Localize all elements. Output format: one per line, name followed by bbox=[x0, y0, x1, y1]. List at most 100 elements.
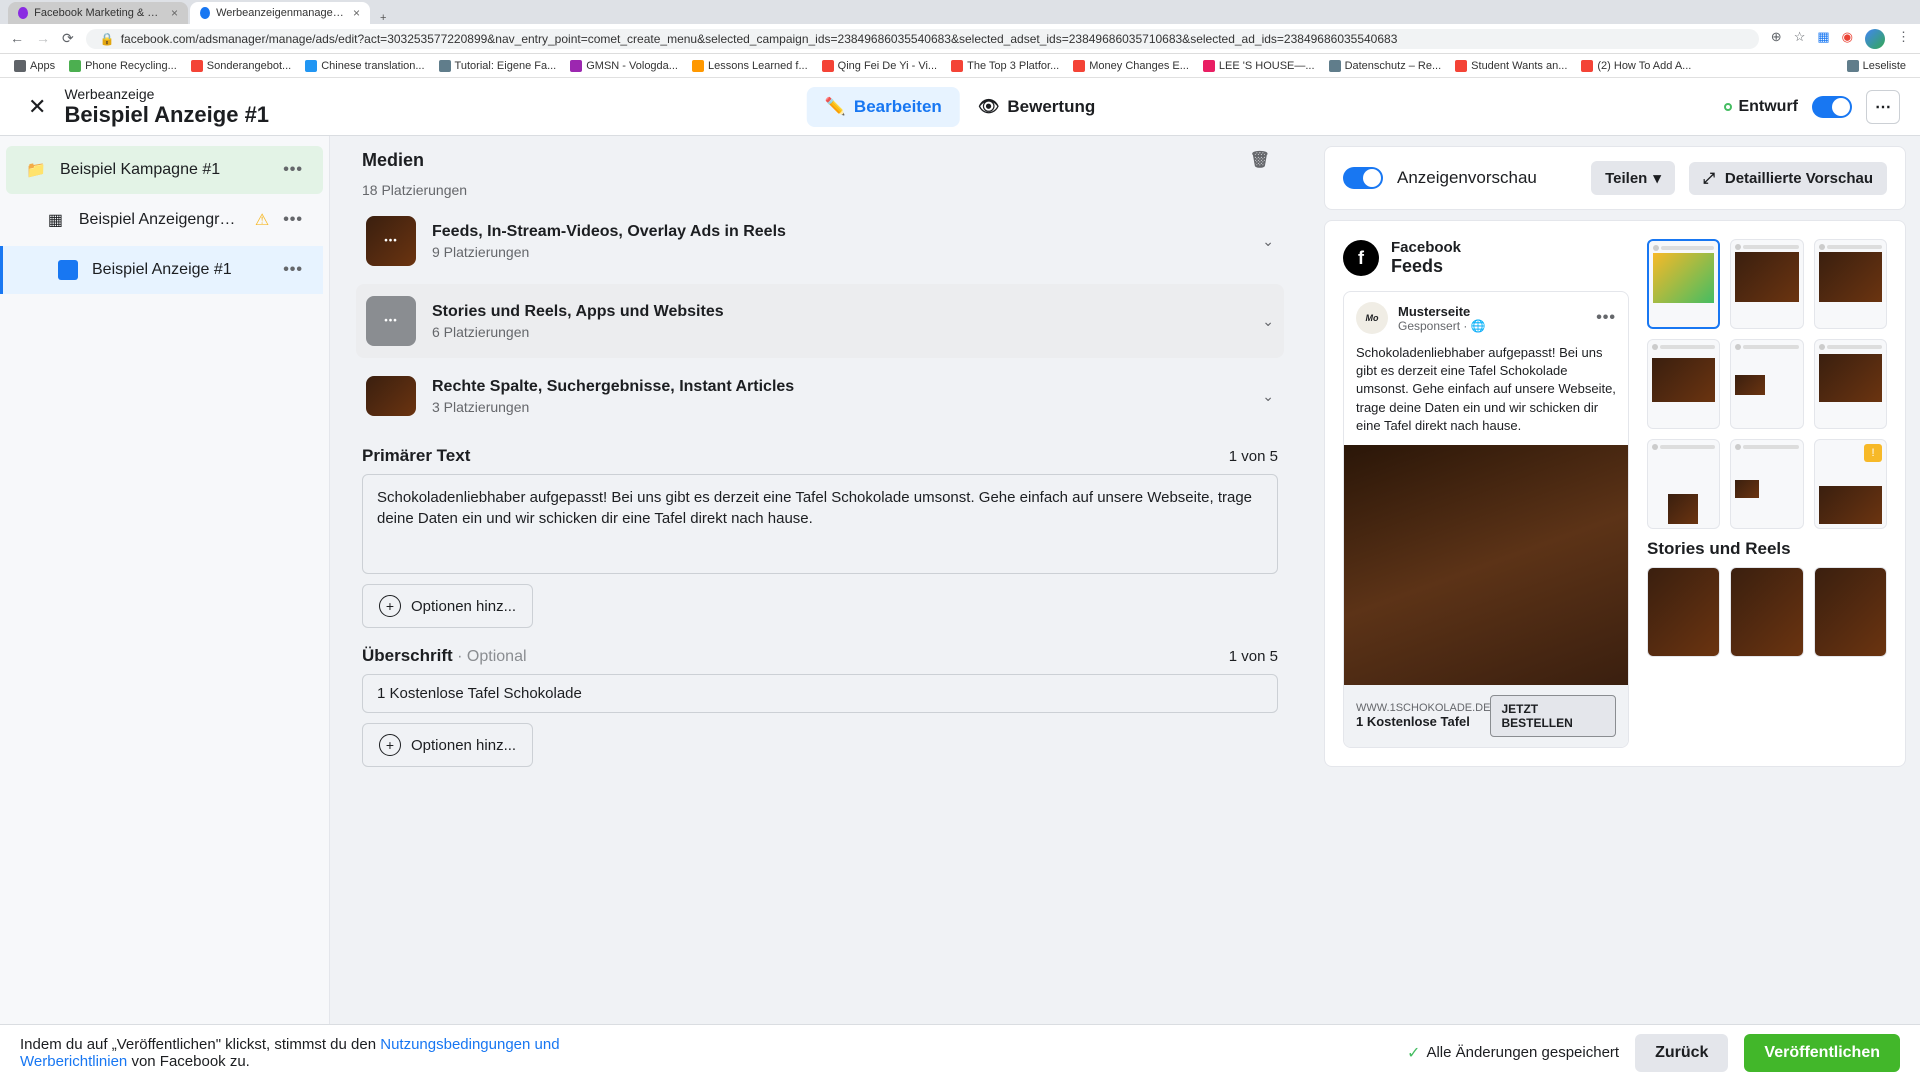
browser-tab[interactable]: Facebook Marketing & Werbe... × bbox=[8, 2, 188, 24]
headline-input[interactable]: 1 Kostenlose Tafel Schokolade bbox=[362, 674, 1278, 713]
preview-thumb[interactable] bbox=[1647, 239, 1720, 329]
tab-title: Werbeanzeigenmanager - We... bbox=[216, 7, 347, 19]
placement-thumbnail bbox=[366, 376, 416, 416]
add-option-button[interactable]: + Optionen hinz... bbox=[362, 584, 533, 628]
sidebar-item-label: Beispiel Kampagne #1 bbox=[60, 161, 220, 179]
footer: Indem du auf „Veröffentlichen" klickst, … bbox=[0, 1024, 1920, 1080]
chevron-down-icon[interactable]: ⌄ bbox=[1262, 388, 1274, 405]
preview-thumb[interactable] bbox=[1647, 439, 1720, 529]
placement-row-feeds[interactable]: ••• Feeds, In-Stream-Videos, Overlay Ads… bbox=[356, 204, 1284, 278]
placement-thumbnail: ••• bbox=[366, 216, 416, 266]
add-option-button[interactable]: + Optionen hinz... bbox=[362, 723, 533, 767]
back-button[interactable]: Zurück bbox=[1635, 1034, 1728, 1072]
back-icon[interactable]: ← bbox=[10, 30, 24, 47]
bookmark-item[interactable]: Datenschutz – Re... bbox=[1325, 58, 1446, 74]
bookmark-item[interactable]: GMSN - Vologda... bbox=[566, 58, 682, 74]
review-tab[interactable]: 👁 Bewertung bbox=[960, 87, 1113, 127]
browser-tabs: Facebook Marketing & Werbe... × Werbeanz… bbox=[0, 0, 1920, 24]
apps-button[interactable]: Apps bbox=[10, 58, 59, 74]
profile-avatar[interactable] bbox=[1865, 29, 1885, 49]
check-icon: ✓ bbox=[1407, 1043, 1420, 1063]
chevron-down-icon: ▾ bbox=[1653, 169, 1661, 187]
share-button[interactable]: Teilen▾ bbox=[1591, 161, 1675, 195]
bookmark-item[interactable]: Qing Fei De Yi - Vi... bbox=[818, 58, 941, 74]
more-button[interactable]: ⋯ bbox=[1866, 90, 1900, 124]
preview-thumb[interactable] bbox=[1730, 339, 1803, 429]
translate-icon[interactable]: ⊕ bbox=[1771, 29, 1782, 49]
primary-text-input[interactable]: Schokoladenliebhaber aufgepasst! Bei uns… bbox=[362, 474, 1278, 574]
page-title: Beispiel Anzeige #1 bbox=[64, 102, 269, 128]
bookmark-item[interactable]: Student Wants an... bbox=[1451, 58, 1571, 74]
close-icon[interactable]: × bbox=[353, 6, 360, 20]
bookmark-item[interactable]: Tutorial: Eigene Fa... bbox=[435, 58, 561, 74]
page-subtitle: Werbeanzeige bbox=[64, 86, 269, 102]
cta-button[interactable]: JETZT BESTELLEN bbox=[1490, 695, 1616, 737]
placement-sub: 6 Platzierungen bbox=[432, 324, 1246, 340]
preview-thumb[interactable] bbox=[1814, 239, 1887, 329]
sidebar-item-ad[interactable]: Beispiel Anzeige #1 ••• bbox=[0, 246, 323, 294]
bookmark-item[interactable]: (2) How To Add A... bbox=[1577, 58, 1695, 74]
preview-title: Anzeigenvorschau bbox=[1397, 168, 1577, 188]
ad-icon bbox=[58, 260, 78, 280]
preview-thumb[interactable] bbox=[1647, 339, 1720, 429]
center-column: Medien 🗑 18 Platzierungen ••• Feeds, In-… bbox=[330, 136, 1310, 1024]
main-layout: 📁 Beispiel Kampagne #1 ••• ▦ Beispiel An… bbox=[0, 136, 1920, 1024]
preview-thumb[interactable] bbox=[1730, 567, 1803, 657]
preview-toggle[interactable] bbox=[1343, 167, 1383, 189]
bookmark-item[interactable]: The Top 3 Platfor... bbox=[947, 58, 1063, 74]
forward-icon[interactable]: → bbox=[36, 30, 50, 47]
menu-icon[interactable]: ⋮ bbox=[1897, 29, 1910, 49]
active-toggle[interactable] bbox=[1812, 96, 1852, 118]
chevron-down-icon[interactable]: ⌄ bbox=[1262, 233, 1274, 250]
preview-thumb[interactable] bbox=[1730, 439, 1803, 529]
new-tab-button[interactable]: + bbox=[372, 12, 394, 24]
platform-label: Facebook bbox=[1391, 239, 1461, 256]
preview-thumb[interactable] bbox=[1814, 339, 1887, 429]
more-icon[interactable]: ••• bbox=[283, 261, 303, 279]
close-icon[interactable]: ✕ bbox=[20, 86, 54, 128]
more-icon[interactable]: ••• bbox=[1596, 309, 1616, 327]
address-bar[interactable]: 🔒 facebook.com/adsmanager/manage/ads/edi… bbox=[86, 29, 1759, 49]
preview-thumb[interactable] bbox=[1647, 567, 1720, 657]
post-body: Schokoladenliebhaber aufgepasst! Bei uns… bbox=[1344, 344, 1628, 445]
extension-icon[interactable]: ▦ bbox=[1817, 29, 1829, 49]
preview-header: Anzeigenvorschau Teilen▾ ⤢ Detaillierte … bbox=[1324, 146, 1906, 210]
edit-tab[interactable]: ✏️ Bearbeiten bbox=[807, 87, 960, 127]
warning-icon: ! bbox=[1864, 444, 1882, 462]
bookmark-item[interactable]: Lessons Learned f... bbox=[688, 58, 812, 74]
preview-body: f Facebook Feeds Mo Musterseite Gesponse… bbox=[1324, 220, 1906, 767]
placement-title: Stories und Reels, Apps und Websites bbox=[432, 302, 1246, 323]
bookmark-item[interactable]: Phone Recycling... bbox=[65, 58, 181, 74]
reload-icon[interactable]: ⟳ bbox=[62, 30, 74, 47]
chevron-down-icon[interactable]: ⌄ bbox=[1262, 313, 1274, 330]
trash-icon[interactable]: 🗑 bbox=[1242, 142, 1278, 178]
more-icon[interactable]: ••• bbox=[283, 161, 303, 179]
bookmark-item[interactable]: Sonderangebot... bbox=[187, 58, 295, 74]
terms-text: Indem du auf „Veröffentlichen" klickst, … bbox=[20, 1036, 620, 1070]
preview-thumb[interactable] bbox=[1730, 239, 1803, 329]
bookmark-item[interactable]: Chinese translation... bbox=[301, 58, 428, 74]
favicon-icon bbox=[200, 7, 210, 19]
placement-sub: 9 Platzierungen bbox=[432, 244, 1246, 260]
more-icon[interactable]: ••• bbox=[283, 211, 303, 229]
placement-row-right[interactable]: Rechte Spalte, Suchergebnisse, Instant A… bbox=[356, 364, 1284, 428]
extension-icon[interactable]: ◉ bbox=[1842, 29, 1853, 49]
headline-count: 1 von 5 bbox=[1229, 648, 1278, 665]
bookmark-item[interactable]: Money Changes E... bbox=[1069, 58, 1193, 74]
media-title: Medien bbox=[362, 150, 424, 171]
placement-row-stories[interactable]: ••• Stories und Reels, Apps und Websites… bbox=[356, 284, 1284, 358]
preview-thumb[interactable] bbox=[1814, 567, 1887, 657]
expand-button[interactable]: ⤢ Detaillierte Vorschau bbox=[1689, 162, 1887, 195]
browser-tab-active[interactable]: Werbeanzeigenmanager - We... × bbox=[190, 2, 370, 24]
url-bar: ← → ⟳ 🔒 facebook.com/adsmanager/manage/a… bbox=[0, 24, 1920, 54]
bookmark-item[interactable]: LEE 'S HOUSE—... bbox=[1199, 58, 1319, 74]
section-label: Feeds bbox=[1391, 256, 1461, 277]
reading-list[interactable]: Leseliste bbox=[1843, 58, 1910, 74]
sidebar-item-campaign[interactable]: 📁 Beispiel Kampagne #1 ••• bbox=[6, 146, 323, 194]
close-icon[interactable]: × bbox=[171, 6, 178, 20]
preview-thumb[interactable]: ! bbox=[1814, 439, 1887, 529]
sidebar-item-adset[interactable]: ▦ Beispiel Anzeigengrup... ⚠ ••• bbox=[6, 196, 323, 244]
publish-button[interactable]: Veröffentlichen bbox=[1744, 1034, 1900, 1072]
star-icon[interactable]: ☆ bbox=[1794, 29, 1806, 49]
status-badge: Entwurf bbox=[1724, 98, 1798, 116]
